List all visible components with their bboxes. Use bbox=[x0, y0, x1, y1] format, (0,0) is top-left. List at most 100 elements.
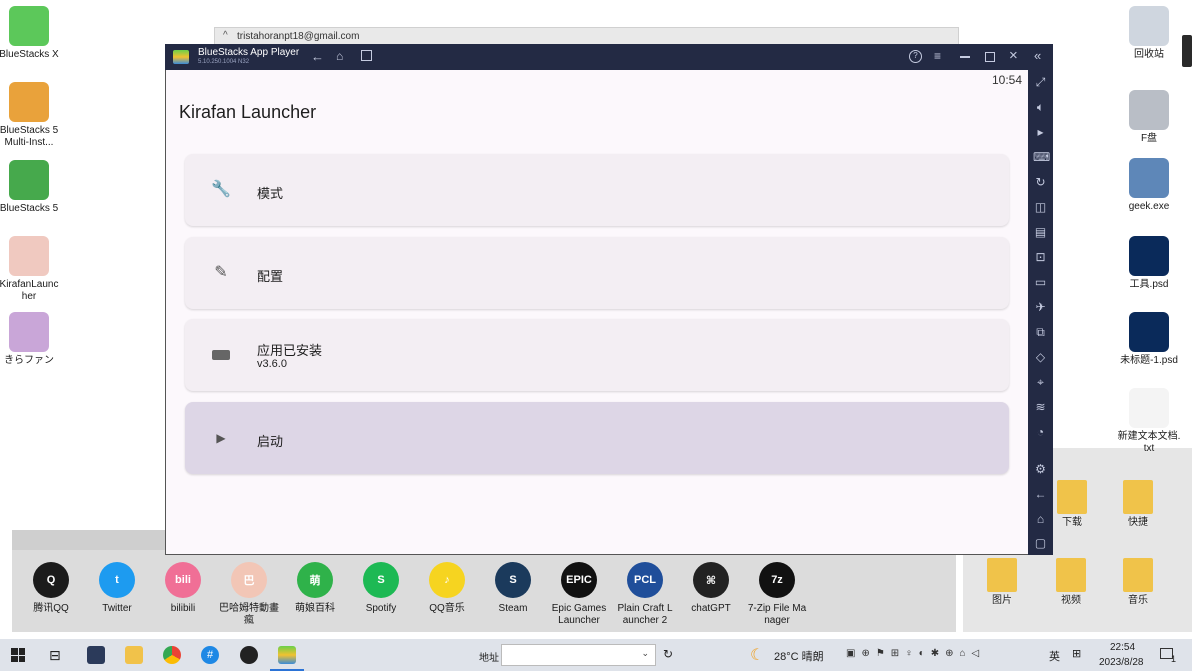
help-icon[interactable]: ? bbox=[909, 50, 922, 63]
fullscreen-icon[interactable]: ⤢ bbox=[1033, 75, 1048, 90]
shelf-icon-2[interactable]: bili bilibili bbox=[153, 562, 213, 615]
eraser-icon[interactable]: ◇ bbox=[1033, 350, 1048, 365]
desktop-left-label: BlueStacks X bbox=[0, 49, 59, 60]
clock-time[interactable]: 22:54 bbox=[1110, 642, 1135, 653]
shelf-icon-0[interactable]: Q 腾讯QQ bbox=[21, 562, 81, 615]
explorer-icon-3[interactable]: 视频 bbox=[1039, 558, 1103, 607]
background-window[interactable]: ^ tristahoranpt18@gmail.com bbox=[214, 27, 959, 45]
shelf-icon-11[interactable]: 7z 7-Zip File Manager bbox=[747, 562, 807, 627]
task-view-icon[interactable]: ⊟ bbox=[49, 647, 61, 664]
ime-indicator[interactable]: 英 bbox=[1049, 648, 1060, 664]
shelf-label: Plain Craft Launcher 2 bbox=[617, 603, 673, 626]
shelf-label: 腾讯QQ bbox=[33, 603, 69, 614]
shelf-icon-8[interactable]: EPIC Epic Games Launcher bbox=[549, 562, 609, 627]
screenshot-icon[interactable]: ⊡ bbox=[1033, 250, 1048, 265]
hashtag-app-icon[interactable]: # bbox=[201, 646, 219, 664]
ime-grid-icon[interactable]: ⊞ bbox=[1072, 647, 1081, 660]
folder-icon[interactable]: ▭ bbox=[1033, 275, 1048, 290]
refresh-icon[interactable]: ↻ bbox=[663, 647, 673, 661]
layers-icon[interactable]: ≋ bbox=[1033, 400, 1048, 415]
location-icon[interactable]: ⌖ bbox=[1033, 375, 1048, 390]
keyboard-icon[interactable]: ⌨ bbox=[1033, 150, 1050, 165]
desktop-right-icon-1[interactable]: F盘 bbox=[1117, 90, 1181, 145]
chevron-up-icon: ^ bbox=[223, 30, 228, 41]
side-home-icon[interactable]: ⌂ bbox=[1033, 512, 1048, 527]
multi-instance-icon[interactable]: ⧉ bbox=[1033, 325, 1048, 340]
desktop-left-app-icon bbox=[9, 160, 49, 200]
media-icon[interactable]: ▸ bbox=[1033, 125, 1048, 140]
desktop-left-icon-2[interactable]: BlueStacks 5 bbox=[0, 160, 61, 215]
qq-taskbar-icon[interactable] bbox=[240, 646, 258, 664]
shelf-label: Steam bbox=[498, 603, 528, 614]
shelf-app-icon: 巴 bbox=[231, 562, 267, 598]
volume-icon[interactable]: 🔈︎ bbox=[1033, 100, 1048, 115]
chevron-down-icon[interactable]: ⌄ bbox=[641, 648, 649, 659]
window-title: BlueStacks App Player bbox=[198, 47, 300, 58]
card-mode[interactable]: 🔧 模式 bbox=[185, 154, 1009, 226]
recent-apps-icon[interactable] bbox=[361, 50, 372, 61]
card-config[interactable]: ✎ 配置 bbox=[185, 237, 1009, 309]
explorer-label: 图片 bbox=[992, 595, 1012, 606]
shelf-icon-4[interactable]: 萌萌娘百科 bbox=[285, 562, 345, 615]
shelf-icon-10[interactable]: ⌘ chatGPT bbox=[681, 562, 741, 615]
card-launch[interactable]: ▶ 启动 bbox=[185, 402, 1009, 474]
explorer-app-icon bbox=[987, 558, 1017, 592]
desktop-right-app-icon bbox=[1129, 312, 1169, 352]
desktop-right-icon-3[interactable]: 工具.psd bbox=[1117, 236, 1181, 291]
game-controls-icon[interactable]: ◫ bbox=[1033, 200, 1048, 215]
desktop-left-label: きらファン bbox=[4, 355, 54, 366]
taskbar-app-cat-icon[interactable] bbox=[87, 646, 105, 664]
shelf-bar bbox=[12, 530, 165, 550]
eco-mode-icon[interactable]: ◔ bbox=[1033, 425, 1048, 440]
shelf-icon-6[interactable]: ♪ QQ音乐 bbox=[417, 562, 477, 615]
desktop-right-icon-0[interactable]: 回收站 bbox=[1117, 6, 1181, 61]
desktop-left-icon-4[interactable]: きらファン bbox=[0, 312, 61, 367]
windows-start-icon[interactable] bbox=[11, 648, 25, 662]
explorer-icon-2[interactable]: 图片 bbox=[970, 558, 1034, 607]
macro-icon[interactable]: ▤ bbox=[1033, 225, 1048, 240]
tray-icons[interactable]: ▣⊕⚑⊞♀◐✱⊕⌂◁ bbox=[846, 648, 985, 659]
desktop-right-icon-5[interactable]: 新建文本文档.txt bbox=[1117, 388, 1181, 455]
shelf-icon-9[interactable]: PCL Plain Craft Launcher 2 bbox=[615, 562, 675, 627]
shelf-icon-5[interactable]: S Spotify bbox=[351, 562, 411, 615]
maximize-icon[interactable] bbox=[985, 52, 995, 62]
shelf-icon-7[interactable]: S Steam bbox=[483, 562, 543, 615]
side-recent-icon[interactable]: ▢ bbox=[1033, 536, 1048, 551]
explorer-icon-4[interactable]: 音乐 bbox=[1106, 558, 1170, 607]
desktop-left-icon-0[interactable]: BlueStacks X bbox=[0, 6, 61, 61]
home-icon[interactable]: ⌂ bbox=[336, 49, 343, 63]
shelf-label: Epic Games Launcher bbox=[551, 603, 607, 626]
desktop-left-icon-1[interactable]: BlueStacks 5 Multi-Inst... bbox=[0, 82, 61, 149]
address-input[interactable]: ⌄ bbox=[501, 644, 656, 666]
explorer-icon-1[interactable]: 快捷 bbox=[1106, 480, 1170, 529]
explorer-app-icon bbox=[1123, 480, 1153, 514]
back-icon[interactable]: ← bbox=[311, 49, 324, 64]
menu-icon[interactable]: ≡ bbox=[934, 49, 941, 63]
shelf-icon-1[interactable]: t Twitter bbox=[87, 562, 147, 615]
play-icon: ▶ bbox=[216, 431, 226, 445]
settings-icon[interactable]: ⚙ bbox=[1033, 462, 1048, 477]
desktop-right-icon-4[interactable]: 未标题-1.psd bbox=[1117, 312, 1181, 367]
close-icon[interactable]: × bbox=[1009, 47, 1018, 64]
rotate-icon[interactable]: ↻ bbox=[1033, 175, 1048, 190]
shelf-app-icon: ♪ bbox=[429, 562, 465, 598]
collapse-sidebar-icon[interactable]: « bbox=[1034, 48, 1041, 63]
weather-text[interactable]: 28°C 晴朗 bbox=[774, 648, 824, 664]
desktop-left-icon-3[interactable]: KirafanLauncher bbox=[0, 236, 61, 303]
shelf-label: bilibili bbox=[170, 603, 196, 614]
bluestacks-titlebar[interactable]: BlueStacks App Player 5.10.250.1004 N32 … bbox=[165, 44, 1053, 70]
file-explorer-icon[interactable] bbox=[125, 646, 143, 664]
bluestacks-taskbar-icon[interactable] bbox=[278, 646, 296, 664]
desktop-right-icon-2[interactable]: geek.exe bbox=[1117, 158, 1181, 213]
airplane-icon[interactable]: ✈ bbox=[1033, 300, 1048, 315]
scrollbar[interactable] bbox=[1182, 35, 1192, 67]
desktop-right-label: F盘 bbox=[1140, 133, 1158, 144]
minimize-icon[interactable] bbox=[960, 56, 970, 58]
bluestacks-sidebar: ⤢ 🔈︎ ▸ ⌨ ↻ ◫ ▤ ⊡ ▭ ✈ ⧉ ◇ ⌖ ≋ ◔ ⚙ ← ⌂ ▢ bbox=[1028, 70, 1053, 555]
shelf-icon-3[interactable]: 巴巴哈姆特動畫瘋 bbox=[219, 562, 279, 627]
card-installed[interactable]: 应用已安装 v3.6.0 bbox=[185, 319, 1009, 391]
chrome-icon[interactable] bbox=[163, 646, 181, 664]
gamepad-icon bbox=[211, 345, 231, 365]
clock-date[interactable]: 2023/8/28 bbox=[1099, 657, 1144, 668]
side-back-icon[interactable]: ← bbox=[1033, 487, 1048, 502]
